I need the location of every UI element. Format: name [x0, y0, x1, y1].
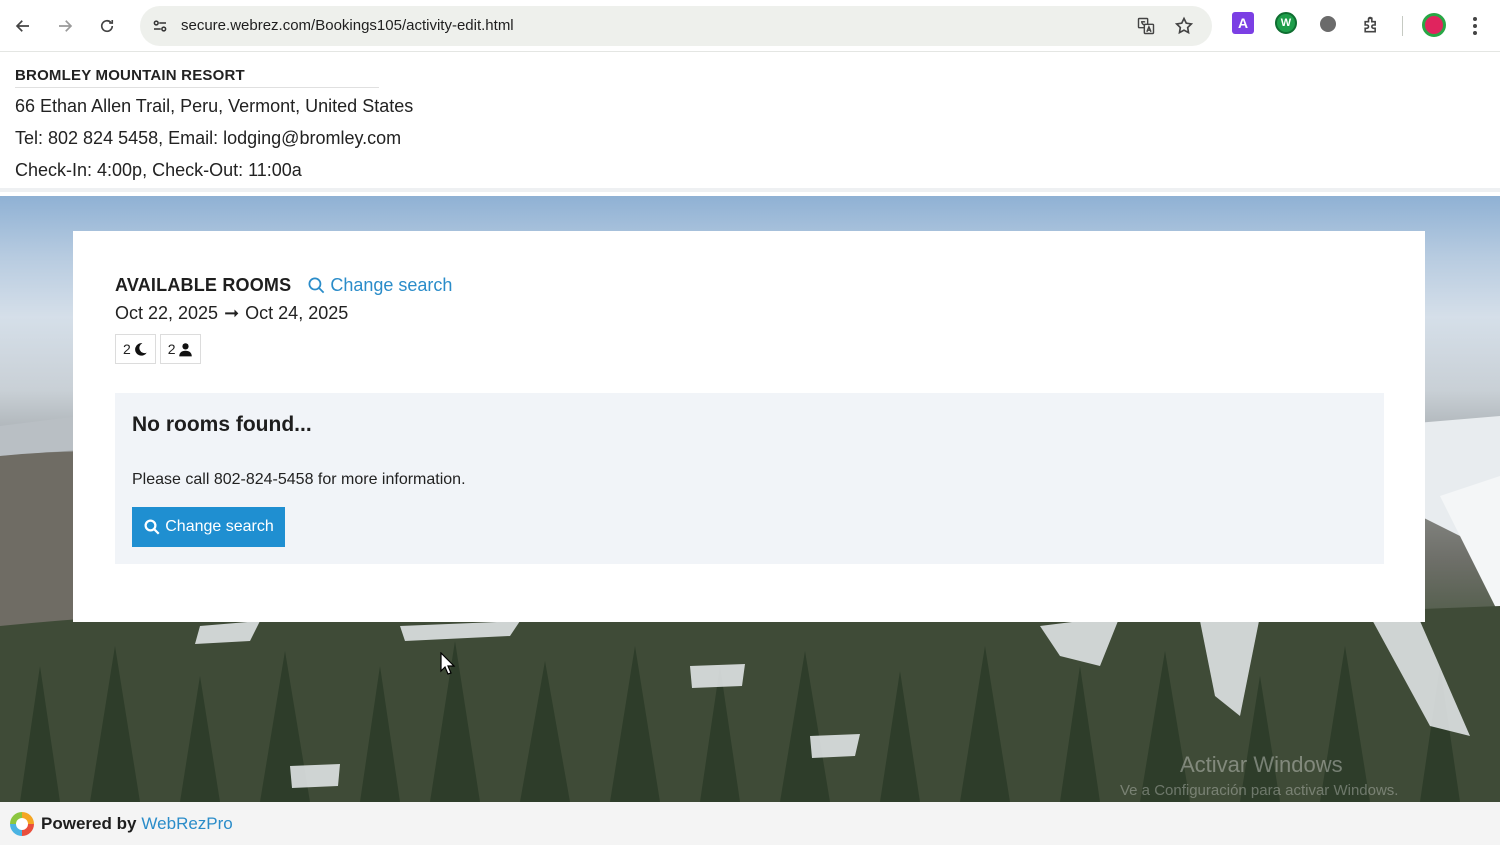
menu-dots-icon[interactable]	[1465, 14, 1485, 38]
powered-by-text: Powered by	[41, 813, 137, 833]
date-range: Oct 22, 2025 ➞ Oct 24, 2025	[115, 303, 348, 324]
site-info-icon[interactable]	[148, 14, 172, 38]
browser-toolbar: secure.webrez.com/Bookings105/activity-e…	[0, 0, 1500, 52]
available-rooms-title: AVAILABLE ROOMS	[115, 275, 292, 295]
profile-avatar[interactable]	[1422, 13, 1446, 37]
footer: Powered by WebRezPro	[0, 802, 1500, 845]
change-search-link-label[interactable]: Change search	[330, 275, 452, 296]
webrezpro-logo-icon	[10, 811, 34, 836]
extension-w-icon[interactable]: W	[1275, 12, 1297, 34]
date-from: Oct 22, 2025	[115, 303, 219, 323]
url-text[interactable]: secure.webrez.com/Bookings105/activity-e…	[181, 17, 514, 34]
windows-watermark-subtext: Ve a Configuración para activar Windows.	[1120, 782, 1399, 799]
search-summary-chips: 2 2	[115, 334, 205, 364]
person-icon	[178, 342, 192, 356]
title-row: AVAILABLE ROOMS Change search	[115, 275, 452, 296]
translate-icon[interactable]	[1134, 14, 1158, 38]
search-icon	[144, 519, 160, 535]
resort-header: BROMLEY MOUNTAIN RESORT 66 Ethan Allen T…	[0, 53, 1500, 192]
mouse-cursor-icon	[440, 652, 456, 675]
forward-arrow-icon[interactable]	[51, 12, 79, 40]
availability-card: AVAILABLE ROOMS Change search Oct 22, 20…	[73, 231, 1425, 622]
search-icon	[308, 277, 325, 294]
back-arrow-icon[interactable]	[9, 12, 37, 40]
date-to: Oct 24, 2025	[245, 303, 349, 323]
extension-dot-icon[interactable]	[1320, 16, 1336, 32]
reload-icon[interactable]	[93, 12, 121, 40]
guests-chip: 2	[159, 334, 201, 364]
call-info-text: Please call 802-824-5458 for more inform…	[132, 471, 466, 488]
resort-checkin-checkout: Check-In: 4:00p, Check-Out: 11:00a	[15, 160, 302, 180]
nights-chip: 2	[115, 334, 156, 364]
windows-watermark: Activar Windows	[1180, 752, 1343, 777]
extensions-icon[interactable]	[1359, 13, 1383, 37]
change-search-button-label[interactable]: Change search	[165, 518, 274, 536]
no-results-panel: No rooms found... Please call 802-824-54…	[115, 393, 1384, 564]
date-arrow: ➞	[224, 303, 240, 323]
moon-icon	[134, 342, 147, 356]
change-search-button[interactable]: Change search	[132, 507, 285, 547]
resort-name: BROMLEY MOUNTAIN RESORT	[15, 67, 245, 84]
header-divider	[15, 87, 379, 88]
resort-contact: Tel: 802 824 5458, Email: lodging@bromle…	[15, 128, 402, 148]
nights-count: 2	[123, 341, 131, 357]
no-rooms-heading: No rooms found...	[132, 413, 312, 436]
resort-address: 66 Ethan Allen Trail, Peru, Vermont, Uni…	[15, 96, 414, 116]
guests-count: 2	[167, 341, 176, 357]
change-search-link[interactable]: Change search	[307, 275, 452, 296]
star-icon[interactable]	[1172, 14, 1196, 38]
webrezpro-link[interactable]: WebRezPro	[141, 814, 232, 834]
extension-a-icon[interactable]: A	[1232, 12, 1254, 34]
address-bar[interactable]: secure.webrez.com/Bookings105/activity-e…	[140, 6, 1212, 46]
toolbar-separator	[1402, 16, 1403, 36]
